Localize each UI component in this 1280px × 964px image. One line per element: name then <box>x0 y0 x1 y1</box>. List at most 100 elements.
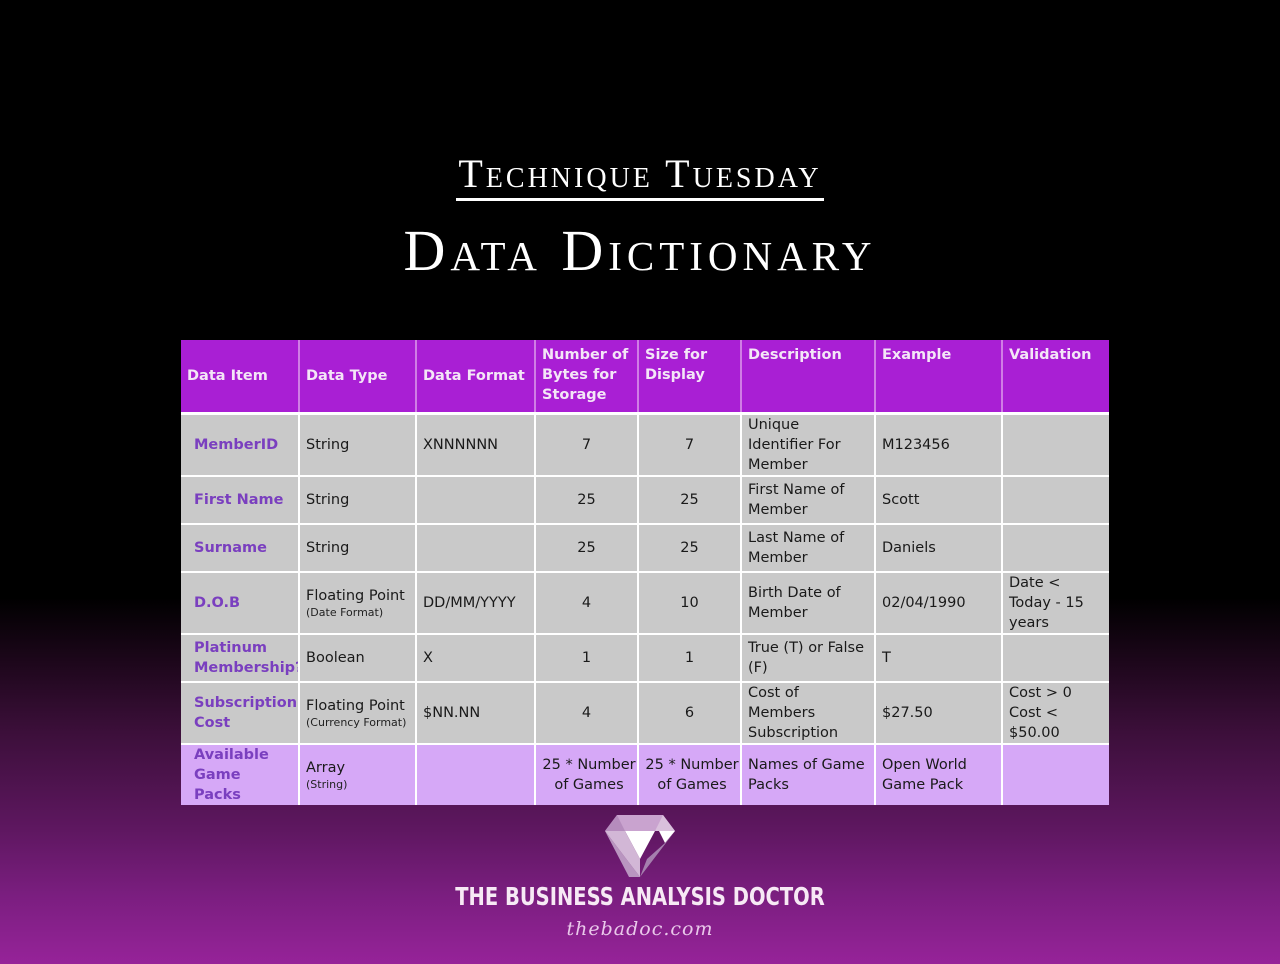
data-type-cell-text: Floating Point <box>306 698 405 714</box>
bytes-cell: 7 <box>534 412 639 477</box>
column-header: Data Item <box>181 340 300 415</box>
data-dictionary-table: Data Item Data Type Data Format Number o… <box>181 340 1109 805</box>
bytes-cell: 25 * Number of Games <box>534 743 639 805</box>
validation-cell: Cost > 0 Cost < $50.00 <box>1001 681 1109 745</box>
subtitle-text: Technique Tuesday <box>456 152 824 201</box>
data-item-cell: First Name <box>181 475 300 525</box>
column-header: Data Format <box>415 340 536 415</box>
type-note: (Currency Format) <box>306 716 407 729</box>
display-size-cell-text: 1 <box>684 650 695 666</box>
data-item-cell-text: MemberID <box>194 437 279 453</box>
display-size-cell: 7 <box>637 412 742 477</box>
data-type-cell-text: Floating Point <box>306 588 405 604</box>
display-size-cell-text: 25 * Number of Games <box>645 757 739 793</box>
display-size-cell: 25 * Number of Games <box>637 743 742 805</box>
data-item-cell: Available Game Packs <box>181 743 300 805</box>
bytes-cell: 25 <box>534 523 639 573</box>
description-cell-text: Cost of Members Subscription <box>748 685 839 741</box>
data-format-cell <box>415 475 536 525</box>
data-type-cell: String <box>298 523 417 573</box>
table-row: Subscription Cost Floating Point (Currency… <box>181 681 1109 745</box>
data-item-cell: Surname <box>181 523 300 573</box>
display-size-cell-text: 25 <box>680 492 699 508</box>
table-row: D.O.B Floating Point (Date Format) DD/MM/YY… <box>181 571 1109 635</box>
column-header: Description <box>740 340 876 415</box>
bytes-cell: 25 <box>534 475 639 525</box>
data-format-cell-text: $NN.NN <box>423 705 481 721</box>
data-type-cell-text: String <box>306 492 350 508</box>
example-cell: M123456 <box>874 412 1003 477</box>
example-cell: Scott <box>874 475 1003 525</box>
description-cell-text: Birth Date of Member <box>748 585 841 621</box>
logo <box>0 815 1280 884</box>
display-size-cell-text: 6 <box>684 705 695 721</box>
example-cell-text: Open World Game Pack <box>882 757 967 793</box>
bytes-cell-text: 25 <box>577 492 596 508</box>
data-format-cell-text: DD/MM/YYYY <box>423 595 516 611</box>
bytes-cell-text: 4 <box>581 705 592 721</box>
data-item-cell-text: First Name <box>194 492 284 508</box>
table-row: Available Game Packs Array (String) 25 * Nu… <box>181 743 1109 805</box>
data-format-cell: X <box>415 633 536 683</box>
table-header-row: Data Item Data Type Data Format Number o… <box>181 340 1109 415</box>
description-cell-text: Unique Identifier For Member <box>748 417 841 473</box>
display-size-cell: 6 <box>637 681 742 745</box>
data-type-cell-text: String <box>306 437 350 453</box>
data-format-cell <box>415 743 536 805</box>
data-format-cell: XNNNNNN <box>415 412 536 477</box>
type-note: (String) <box>306 778 348 791</box>
bytes-cell-text: 25 <box>577 540 596 556</box>
description-cell-text: Names of Game Packs <box>748 757 865 793</box>
description-cell: Names of Game Packs <box>740 743 876 805</box>
example-cell: Daniels <box>874 523 1003 573</box>
bytes-cell-text: 4 <box>581 595 592 611</box>
description-cell: Cost of Members Subscription <box>740 681 876 745</box>
display-size-cell: 10 <box>637 571 742 635</box>
table-row: Surname String 25 25 Last Name of Member Dani… <box>181 523 1109 573</box>
bytes-cell: 1 <box>534 633 639 683</box>
description-cell: True (T) or False (F) <box>740 633 876 683</box>
data-type-cell: String <box>298 412 417 477</box>
data-type-cell: String <box>298 475 417 525</box>
validation-cell-text: Date < Today - 15 years <box>1009 575 1084 631</box>
display-size-cell: 1 <box>637 633 742 683</box>
display-size-cell-text: 10 <box>680 595 699 611</box>
column-header: Example <box>874 340 1003 415</box>
data-type-cell-text: String <box>306 540 350 556</box>
table-row: Platinum Membership? Boolean X 1 1 True (T) o… <box>181 633 1109 683</box>
validation-cell-text: Cost > 0 Cost < $50.00 <box>1009 685 1072 741</box>
example-cell: T <box>874 633 1003 683</box>
data-type-cell: Floating Point (Currency Format) <box>298 681 417 745</box>
bytes-cell-text: 25 * Number of Games <box>542 757 636 793</box>
table-row: MemberID String XNNNNNN 7 7 Unique Identifier… <box>181 412 1109 477</box>
data-format-cell <box>415 523 536 573</box>
display-size-cell: 25 <box>637 523 742 573</box>
data-type-cell: Boolean <box>298 633 417 683</box>
bytes-cell-text: 1 <box>581 650 592 666</box>
data-item-cell-text: Platinum Membership? <box>194 640 299 676</box>
description-cell: First Name of Member <box>740 475 876 525</box>
validation-cell <box>1001 475 1109 525</box>
validation-cell <box>1001 412 1109 477</box>
example-cell-text: Scott <box>882 492 920 508</box>
data-item-cell-text: Subscription Cost <box>194 695 298 731</box>
column-header: Number of Bytes for Storage <box>534 340 639 415</box>
description-cell: Unique Identifier For Member <box>740 412 876 477</box>
example-cell-text: Daniels <box>882 540 936 556</box>
website-link[interactable]: thebadoc.com <box>0 918 1280 940</box>
data-type-cell-text: Array <box>306 760 346 776</box>
data-type-cell-text: Boolean <box>306 650 365 666</box>
data-item-cell: MemberID <box>181 412 300 477</box>
example-cell-text: $27.50 <box>882 705 933 721</box>
data-format-cell: $NN.NN <box>415 681 536 745</box>
validation-cell <box>1001 743 1109 805</box>
description-cell: Last Name of Member <box>740 523 876 573</box>
data-format-cell-text: XNNNNNN <box>423 437 499 453</box>
example-cell-text: M123456 <box>882 437 950 453</box>
column-header: Data Type <box>298 340 417 415</box>
description-cell-text: Last Name of Member <box>748 530 845 566</box>
display-size-cell: 25 <box>637 475 742 525</box>
example-cell-text: 02/04/1990 <box>882 595 966 611</box>
column-header: Size for Display <box>637 340 742 415</box>
display-size-cell-text: 25 <box>680 540 699 556</box>
